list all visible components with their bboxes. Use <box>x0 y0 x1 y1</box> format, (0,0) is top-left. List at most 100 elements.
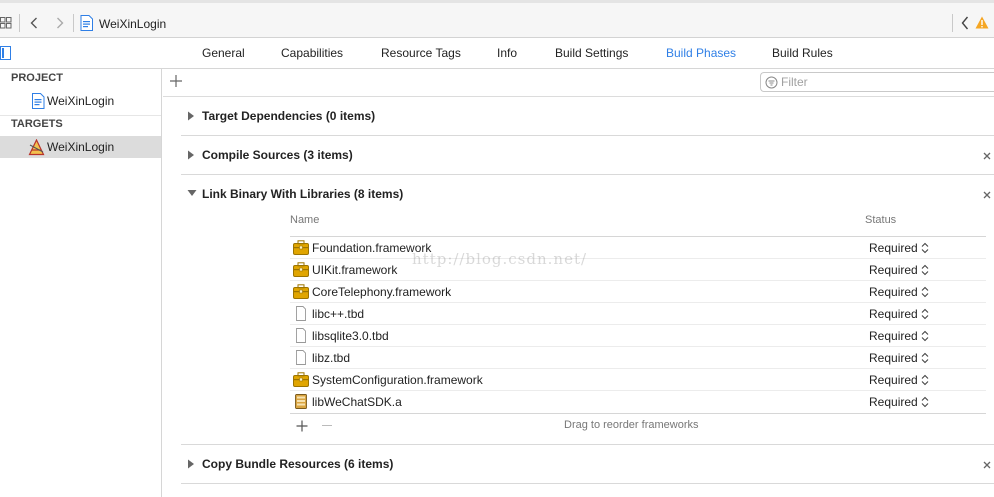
sidebar-item-project[interactable]: WeiXinLogin <box>0 90 161 112</box>
warning-icon[interactable] <box>975 16 989 29</box>
project-navigator-sidebar: PROJECT WeiXinLogin TARGETS WeiXinLogin <box>0 69 162 497</box>
table-row[interactable]: Foundation.framework Required <box>290 237 986 259</box>
navigation-bar: WeiXinLogin <box>0 0 994 38</box>
phase-title: Link Binary With Libraries (8 items) <box>202 187 404 201</box>
breadcrumb-project[interactable]: WeiXinLogin <box>99 17 166 31</box>
remove-library-icon[interactable] <box>322 425 332 426</box>
framework-toolbox-icon <box>293 262 309 277</box>
library-name: libc++.tbd <box>312 307 365 321</box>
build-phases-editor: Target Dependencies (0 items) Compile So… <box>163 69 994 497</box>
tab-build-rules[interactable]: Build Rules <box>772 46 833 60</box>
sidebar-toggle-icon[interactable] <box>0 46 12 60</box>
library-name: libsqlite3.0.tbd <box>312 329 389 343</box>
close-icon[interactable] <box>982 460 992 470</box>
filter-field[interactable] <box>760 72 994 92</box>
library-status[interactable]: Required <box>869 285 918 299</box>
tab-resource-tags[interactable]: Resource Tags <box>381 46 461 60</box>
project-file-icon <box>32 93 45 109</box>
library-name: libz.tbd <box>312 351 351 365</box>
table-row[interactable]: libc++.tbd Required <box>290 303 986 325</box>
toolbar-divider <box>73 14 74 32</box>
table-row[interactable]: SystemConfiguration.framework Required <box>290 369 986 391</box>
filter-input[interactable] <box>781 74 981 90</box>
phase-compile-sources[interactable]: Compile Sources (3 items) <box>181 136 994 175</box>
drag-reorder-hint: Drag to reorder frameworks <box>564 419 699 431</box>
phase-copy-bundle-resources[interactable]: Copy Bundle Resources (6 items) <box>181 445 994 484</box>
library-status[interactable]: Required <box>869 395 918 409</box>
add-phase-icon[interactable] <box>169 74 183 88</box>
project-file-icon <box>80 15 93 31</box>
library-status[interactable]: Required <box>869 373 918 387</box>
project-section-header: PROJECT <box>11 72 63 84</box>
disclosure-triangle-expanded-icon[interactable] <box>187 189 197 197</box>
table-row[interactable]: CoreTelephony.framework Required <box>290 281 986 303</box>
tab-capabilities[interactable]: Capabilities <box>281 46 343 60</box>
toolbar-divider <box>19 14 20 32</box>
table-row[interactable]: libsqlite3.0.tbd Required <box>290 325 986 347</box>
chevron-left-icon <box>30 17 37 29</box>
library-name: UIKit.framework <box>312 263 398 277</box>
related-items-grid-icon[interactable] <box>0 17 12 29</box>
phase-target-dependencies[interactable]: Target Dependencies (0 items) <box>181 97 994 136</box>
disclosure-triangle-collapsed-icon[interactable] <box>187 459 195 469</box>
sidebar-item-target[interactable]: WeiXinLogin <box>0 136 161 158</box>
status-stepper-icon[interactable] <box>921 264 929 276</box>
close-icon[interactable] <box>982 190 992 200</box>
status-stepper-icon[interactable] <box>921 374 929 386</box>
sidebar-item-label: WeiXinLogin <box>47 94 115 108</box>
targets-section-header: TARGETS <box>11 118 63 130</box>
tab-build-phases[interactable]: Build Phases <box>666 46 736 60</box>
status-stepper-icon[interactable] <box>921 330 929 342</box>
framework-toolbox-icon <box>293 284 309 299</box>
framework-toolbox-icon <box>293 372 309 387</box>
library-status[interactable]: Required <box>869 241 918 255</box>
watermark-text: http://blog.csdn.net/ <box>412 250 588 268</box>
library-name: libWeChatSDK.a <box>312 395 402 409</box>
editor-tab-bar: General Capabilities Resource Tags Info … <box>0 38 994 69</box>
disclosure-triangle-collapsed-icon[interactable] <box>187 150 195 160</box>
status-stepper-icon[interactable] <box>921 242 929 254</box>
forward-button[interactable] <box>52 14 68 32</box>
disclosure-triangle-collapsed-icon[interactable] <box>187 111 195 121</box>
static-library-icon <box>295 394 307 409</box>
status-stepper-icon[interactable] <box>921 308 929 320</box>
close-icon[interactable] <box>982 151 992 161</box>
chevron-right-icon <box>57 17 64 29</box>
sidebar-item-label: WeiXinLogin <box>47 140 115 154</box>
libraries-table: Foundation.framework Required UIKit.fram… <box>290 236 986 413</box>
tab-info[interactable]: Info <box>497 46 517 60</box>
library-name: CoreTelephony.framework <box>312 285 452 299</box>
status-stepper-icon[interactable] <box>921 352 929 364</box>
phase-title: Target Dependencies (0 items) <box>202 109 376 123</box>
phases-toolbar <box>163 69 994 97</box>
window-top-edge <box>0 0 994 3</box>
library-status[interactable]: Required <box>869 329 918 343</box>
add-library-icon[interactable] <box>296 420 308 432</box>
document-icon <box>296 306 306 321</box>
status-stepper-icon[interactable] <box>921 286 929 298</box>
chevron-left-icon[interactable] <box>960 15 970 31</box>
phase-title: Compile Sources (3 items) <box>202 148 353 162</box>
table-row[interactable]: libWeChatSDK.a Required <box>290 391 986 413</box>
library-status[interactable]: Required <box>869 263 918 277</box>
phase-title: Copy Bundle Resources (6 items) <box>202 457 394 471</box>
document-icon <box>296 350 306 365</box>
app-target-icon <box>28 139 45 156</box>
libraries-table-footer: Drag to reorder frameworks <box>290 413 986 435</box>
back-button[interactable] <box>26 14 42 32</box>
column-header-status[interactable]: Status <box>865 214 896 226</box>
tab-build-settings[interactable]: Build Settings <box>555 46 628 60</box>
column-header-name[interactable]: Name <box>290 214 319 226</box>
status-stepper-icon[interactable] <box>921 396 929 408</box>
table-row[interactable]: libz.tbd Required <box>290 347 986 369</box>
table-row[interactable]: UIKit.framework Required <box>290 259 986 281</box>
tab-general[interactable]: General <box>202 46 245 60</box>
toolbar-divider <box>952 14 953 32</box>
filter-icon <box>765 76 778 89</box>
library-name: SystemConfiguration.framework <box>312 373 483 387</box>
library-status[interactable]: Required <box>869 351 918 365</box>
library-status[interactable]: Required <box>869 307 918 321</box>
sidebar-divider <box>0 115 161 116</box>
document-icon <box>296 328 306 343</box>
framework-toolbox-icon <box>293 240 309 255</box>
